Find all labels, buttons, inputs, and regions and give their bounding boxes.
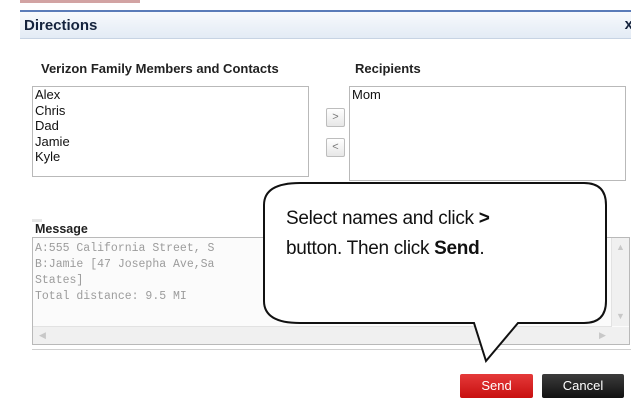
callout-line-1: Select names and click > xyxy=(286,208,490,229)
callout-bubble xyxy=(263,182,607,364)
callout-text: Select names and click > button. Then cl… xyxy=(286,204,586,264)
callout-line-2: button. Then click Send. xyxy=(286,238,485,259)
